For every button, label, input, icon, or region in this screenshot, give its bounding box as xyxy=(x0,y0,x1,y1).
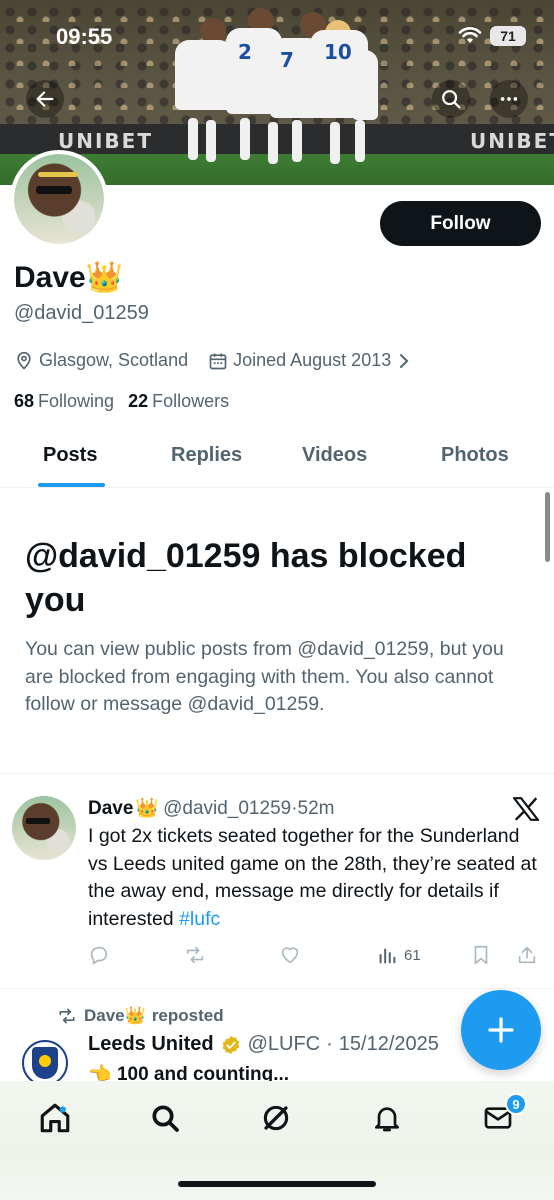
following-label: Following xyxy=(38,391,115,411)
post-author-name[interactable]: Dave xyxy=(88,798,133,820)
calendar-icon xyxy=(209,353,227,369)
repost-indicator: Dave👑 reposted xyxy=(56,1006,224,1026)
post-text: I got 2x tickets seated together for the… xyxy=(88,823,543,933)
reposted-label: reposted xyxy=(151,1006,224,1025)
blocked-title: @david_01259 has blocked you xyxy=(25,537,467,619)
bell-icon xyxy=(375,1107,399,1132)
active-tab-indicator xyxy=(38,483,105,487)
post-time: 52m xyxy=(297,798,335,819)
location: Glasgow, Scotland xyxy=(14,350,188,371)
views-icon xyxy=(379,948,396,964)
tab-photos[interactable]: Photos xyxy=(441,444,509,467)
followers-link[interactable]: 22 Followers xyxy=(128,391,229,412)
profile-avatar[interactable] xyxy=(10,150,108,248)
home-icon xyxy=(40,1103,70,1133)
profile-meta: Glasgow, Scotland Joined August 2013 xyxy=(14,350,412,371)
tab-posts[interactable]: Posts xyxy=(43,444,97,467)
tab-replies[interactable]: Replies xyxy=(171,444,242,467)
repost-button[interactable] xyxy=(183,944,207,966)
views-button[interactable]: 61 xyxy=(376,944,421,966)
search-icon xyxy=(442,90,461,109)
back-arrow-icon xyxy=(36,91,54,107)
following-link[interactable]: 68 Following xyxy=(14,391,114,412)
battery-indicator: 71 xyxy=(490,26,526,46)
like-button[interactable] xyxy=(278,944,302,966)
status-indicators: 71 xyxy=(458,26,526,46)
display-name-text: Dave xyxy=(14,261,86,294)
share-icon xyxy=(518,946,536,964)
search-profile-button[interactable] xyxy=(432,80,470,118)
compose-post-button[interactable] xyxy=(461,990,541,1070)
back-button[interactable] xyxy=(26,80,64,118)
follow-button[interactable]: Follow xyxy=(380,201,541,246)
post-separator: · xyxy=(326,1033,333,1055)
profile-tabs: Posts Replies Videos Photos xyxy=(0,428,554,488)
display-name: Dave👑 xyxy=(14,260,123,295)
post-author-handle: @david_01259 xyxy=(163,798,292,819)
divider xyxy=(0,773,554,774)
search-icon xyxy=(152,1105,179,1132)
bookmark-button[interactable] xyxy=(471,944,491,966)
repost-date: 15/12/2025 xyxy=(338,1033,439,1055)
more-options-button[interactable] xyxy=(490,80,528,118)
reply-icon xyxy=(90,946,108,965)
more-icon xyxy=(500,97,518,101)
x-logo-icon xyxy=(513,797,539,821)
wifi-icon xyxy=(458,27,482,43)
chevron-right-icon xyxy=(400,353,409,368)
location-text: Glasgow, Scotland xyxy=(39,350,189,370)
crown-emoji: 👑 xyxy=(135,798,160,819)
status-time: 09:55 xyxy=(56,24,113,49)
repost-icon xyxy=(59,1008,75,1024)
joined-text: Joined August 2013 xyxy=(233,350,392,370)
repost-author-handle: @LUFC xyxy=(247,1033,321,1055)
follow-stats: 68 Following 22 Followers xyxy=(14,391,229,412)
bookmark-icon xyxy=(474,945,488,965)
reposter-name: Dave👑 xyxy=(84,1006,146,1025)
messages-badge: 9 xyxy=(505,1093,527,1115)
adboard-text: UNIBET xyxy=(470,129,554,153)
post-header: Dave 👑 @david_01259 · 52m xyxy=(88,796,335,820)
lufc-avatar[interactable] xyxy=(22,1040,68,1086)
repost-author-name[interactable]: Leeds United xyxy=(88,1033,214,1056)
nav-grok[interactable] xyxy=(256,1098,296,1138)
home-indicator[interactable] xyxy=(178,1181,376,1187)
profile-handle: @david_01259 xyxy=(14,302,149,324)
nav-search[interactable] xyxy=(145,1098,185,1138)
crown-emoji: 👑 xyxy=(85,261,124,294)
like-icon xyxy=(281,947,299,964)
post-hashtag[interactable]: #lufc xyxy=(179,908,220,930)
repost-header: Leeds United @LUFC · 15/12/2025 xyxy=(88,1033,439,1056)
divider xyxy=(0,988,554,989)
joined-date[interactable]: Joined August 2013 xyxy=(208,350,412,371)
share-button[interactable] xyxy=(516,944,538,966)
grok-icon xyxy=(263,1105,289,1131)
tab-videos[interactable]: Videos xyxy=(302,444,367,467)
avatar-image xyxy=(14,154,104,244)
repost-icon xyxy=(186,946,204,964)
nav-notifications[interactable] xyxy=(367,1098,407,1138)
location-pin-icon xyxy=(17,351,31,370)
followers-label: Followers xyxy=(152,391,230,411)
views-count: 61 xyxy=(404,946,421,964)
post-author-avatar[interactable] xyxy=(12,796,76,860)
post-actions: 61 xyxy=(88,944,540,972)
followers-count: 22 xyxy=(128,391,149,411)
blocked-description: You can view public posts from @david_01… xyxy=(25,638,504,715)
scrollbar[interactable] xyxy=(545,492,550,562)
following-count: 68 xyxy=(14,391,35,411)
reply-button[interactable] xyxy=(88,944,110,966)
verified-badge-icon xyxy=(222,1035,239,1054)
nav-home[interactable] xyxy=(35,1098,75,1138)
adboard-text: UNIBET xyxy=(58,129,153,153)
plus-icon xyxy=(488,1017,514,1043)
post-body: I got 2x tickets seated together for the… xyxy=(88,825,537,930)
